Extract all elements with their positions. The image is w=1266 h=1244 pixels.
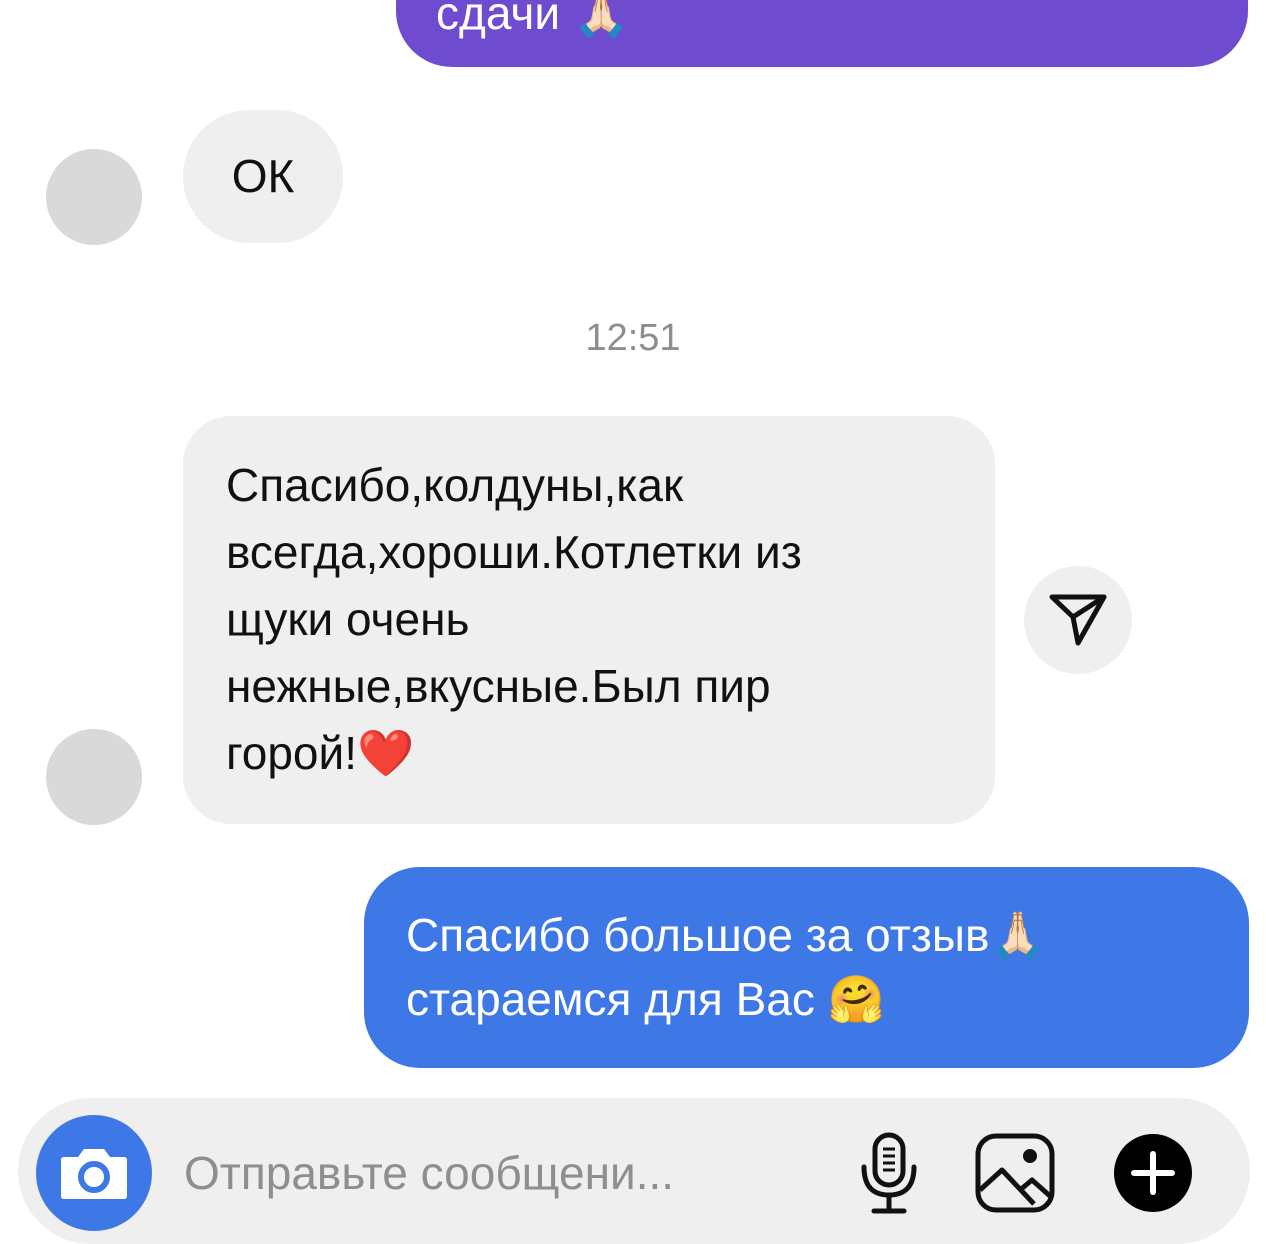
microphone-button[interactable] [844, 1128, 934, 1218]
incoming-message-bubble[interactable]: ОК [183, 110, 343, 243]
message-text: сдачи 🙏🏻 [436, 0, 631, 39]
message-line: всегда,хороши.Котлетки из [226, 526, 802, 578]
outgoing-message-bubble[interactable]: сдачи 🙏🏻 [396, 0, 1248, 67]
message-line: нежные,вкусные.Был пир [226, 660, 771, 712]
share-message-button[interactable] [1024, 566, 1132, 674]
camera-button[interactable] [36, 1115, 152, 1231]
camera-icon [61, 1149, 127, 1199]
message-timestamp: 12:51 [585, 317, 681, 359]
message-text: ОК [231, 150, 295, 202]
message-input[interactable] [184, 1138, 824, 1208]
avatar[interactable] [46, 149, 142, 245]
message-line: стараемся для Вас 🤗 [406, 973, 885, 1025]
message-line: щуки очень [226, 593, 470, 645]
gallery-button[interactable] [970, 1128, 1060, 1218]
paper-plane-icon [1049, 594, 1107, 646]
message-line: Спасибо большое за отзыв🙏🏻 [406, 909, 1047, 961]
message-line: Спасибо,колдуны,как [226, 459, 684, 511]
incoming-message-bubble[interactable]: Спасибо,колдуны,как всегда,хороши.Котлет… [183, 416, 995, 824]
message-line: горой!❤️ [226, 727, 415, 779]
message-composer [18, 1098, 1250, 1244]
add-button[interactable] [1108, 1128, 1198, 1218]
plus-circle-icon [1114, 1134, 1192, 1212]
outgoing-message-bubble[interactable]: Спасибо большое за отзыв🙏🏻 стараемся для… [364, 867, 1249, 1068]
avatar[interactable] [46, 729, 142, 825]
microphone-icon [861, 1132, 917, 1214]
image-icon [975, 1133, 1055, 1213]
